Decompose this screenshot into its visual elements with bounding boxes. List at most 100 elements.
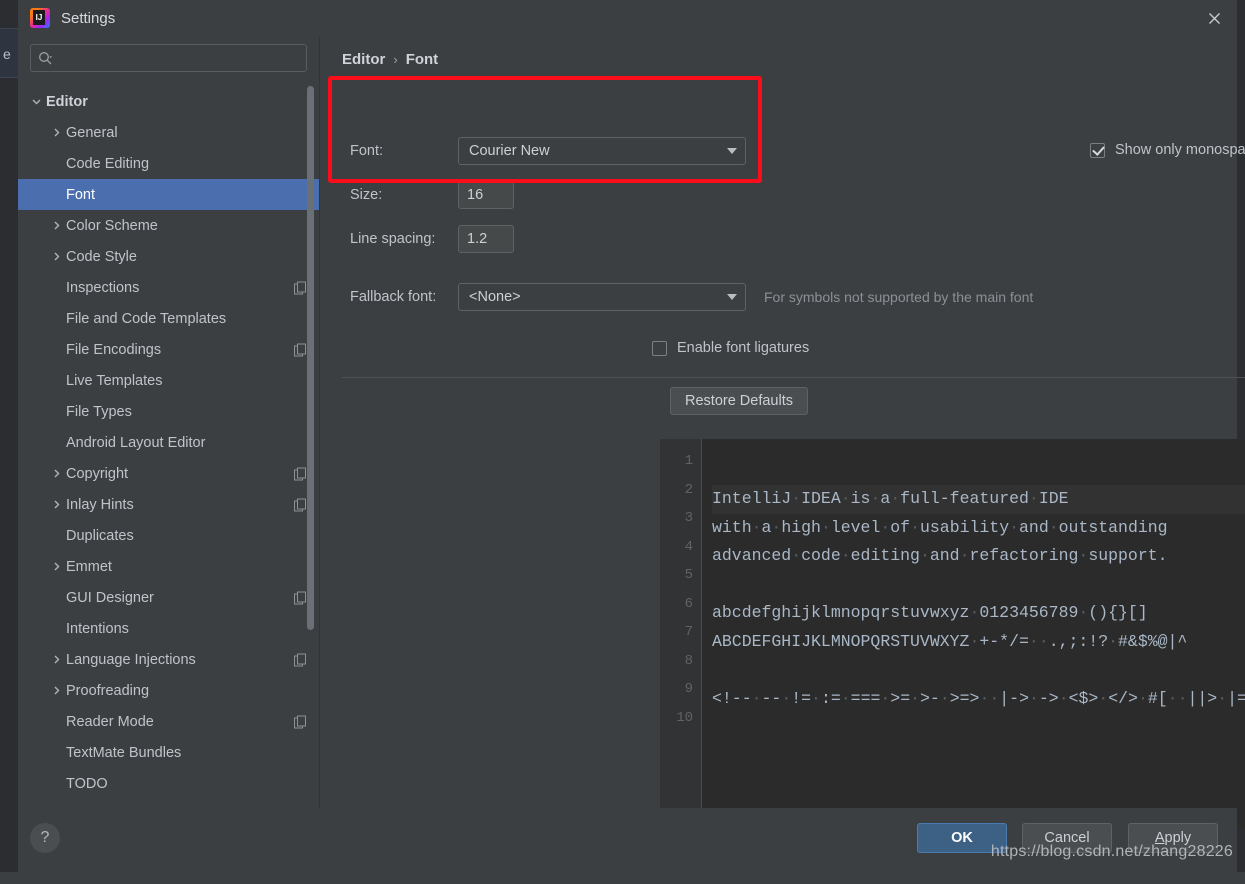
sidebar-item-label: Editor: [46, 93, 88, 110]
search-icon: [38, 51, 52, 65]
sidebar-item-emmet[interactable]: Emmet: [18, 551, 319, 582]
breadcrumb-root[interactable]: Editor: [342, 51, 385, 68]
search-input[interactable]: [52, 50, 299, 66]
sidebar-item-label: File and Code Templates: [66, 310, 227, 327]
code-line: IntelliJ·IDEA·is·a·full-featured·IDE: [712, 485, 1245, 514]
settings-tree-rows: Editor General Code Editing Font Color Schem…: [18, 86, 319, 799]
chevron-right-icon[interactable]: [46, 499, 66, 510]
size-input[interactable]: 16: [458, 181, 514, 209]
chevron-right-icon[interactable]: [46, 251, 66, 262]
font-family-dropdown[interactable]: Courier New: [458, 137, 746, 165]
sidebar-item-duplicates[interactable]: Duplicates: [18, 520, 319, 551]
chevron-right-icon[interactable]: [46, 468, 66, 479]
sidebar-item-label: Color Scheme: [66, 217, 158, 234]
font-preview-editor[interactable]: 1 2 3 4 5 6 7 8 9 10 IntelliJ·IDEA·is·a·full-feat…: [660, 439, 1245, 829]
breadcrumb-separator-icon: ›: [393, 52, 398, 67]
sidebar-item-code-editing[interactable]: Code Editing: [18, 148, 319, 179]
sidebar-item-label: Code Editing: [66, 155, 150, 172]
chevron-down-icon[interactable]: [26, 96, 46, 107]
sidebar-item-label: Intentions: [66, 620, 129, 637]
line-number: 2: [684, 481, 693, 498]
sidebar-item-label: Inlay Hints: [66, 496, 134, 513]
sidebar-item-textmate-bundles[interactable]: TextMate Bundles: [18, 737, 319, 768]
dialog-title: Settings: [61, 9, 116, 27]
restore-defaults-button[interactable]: Restore Defaults: [670, 387, 808, 415]
sidebar-item-copyright[interactable]: Copyright: [18, 458, 319, 489]
line-spacing-value: 1.2: [467, 231, 488, 247]
enable-ligatures-checkbox[interactable]: Enable font ligatures: [652, 340, 809, 356]
chevron-right-icon[interactable]: [46, 127, 66, 138]
sidebar-item-intentions[interactable]: Intentions: [18, 613, 319, 644]
sidebar-item-label: Reader Mode: [66, 713, 154, 730]
editor-preview-text[interactable]: IntelliJ·IDEA·is·a·full-featured·IDE with…: [702, 439, 1245, 829]
font-label: Font:: [350, 143, 384, 159]
line-spacing-input[interactable]: 1.2: [458, 225, 514, 253]
breadcrumb-leaf: Font: [405, 51, 439, 68]
sidebar-item-code-style[interactable]: Code Style: [18, 241, 319, 272]
sidebar-item-gui-designer[interactable]: GUI Designer: [18, 582, 319, 613]
help-button[interactable]: ?: [30, 823, 60, 853]
sidebar-item-label: Inspections: [66, 279, 140, 296]
sidebar-item-label: Android Layout Editor: [66, 434, 206, 451]
search-container: [18, 36, 319, 78]
sidebar-item-android-layout-editor[interactable]: Android Layout Editor: [18, 427, 319, 458]
sidebar-item-label: Proofreading: [66, 682, 150, 699]
sidebar-item-editor[interactable]: Editor: [18, 86, 319, 117]
sidebar-item-todo[interactable]: TODO: [18, 768, 319, 799]
font-family-value: Courier New: [469, 143, 550, 159]
sidebar-item-font[interactable]: Font: [18, 179, 319, 210]
chevron-right-icon[interactable]: [46, 220, 66, 231]
chevron-down-icon: [727, 294, 737, 300]
sidebar-item-label: Live Templates: [66, 372, 163, 389]
sidebar-scrollbar-thumb[interactable]: [307, 86, 314, 630]
code-line: with·a·high·level·of·usability·and·outst…: [712, 517, 1168, 537]
close-icon[interactable]: [1191, 0, 1237, 36]
dialog-body: Editor General Code Editing Font Color Schem…: [18, 36, 1245, 829]
breadcrumb: Editor › Font: [342, 36, 1217, 68]
watermark-text: https://blog.csdn.net/zhang28226: [990, 843, 1233, 860]
chevron-right-icon[interactable]: [46, 654, 66, 665]
line-number: 5: [684, 567, 693, 583]
line-spacing-label: Line spacing:: [350, 231, 436, 247]
line-number: 9: [684, 681, 693, 697]
sidebar-item-language-injections[interactable]: Language Injections: [18, 644, 319, 675]
sidebar-item-label: File Encodings: [66, 341, 162, 358]
line-number: 6: [684, 595, 693, 612]
line-spacing-row: Line spacing: 1.2: [350, 225, 514, 253]
line-number: 10: [676, 709, 693, 726]
project-scope-icon: [294, 715, 307, 728]
sidebar-item-reader-mode[interactable]: Reader Mode: [18, 706, 319, 737]
sidebar-item-live-templates[interactable]: Live Templates: [18, 365, 319, 396]
fallback-font-dropdown[interactable]: <None>: [458, 283, 746, 311]
search-box[interactable]: [30, 44, 307, 72]
sidebar-item-file-and-code-templates[interactable]: File and Code Templates: [18, 303, 319, 334]
chevron-right-icon[interactable]: [46, 561, 66, 572]
show-monospaced-checkbox[interactable]: Show only monospaced fonts: [1090, 142, 1245, 158]
sidebar-item-proofreading[interactable]: Proofreading: [18, 675, 319, 706]
code-line: abcdefghijklmnopqrstuvwxyz·0123456789·()…: [712, 603, 1148, 622]
chevron-down-icon: [727, 148, 737, 154]
sidebar-item-label: TODO: [66, 775, 108, 792]
line-number: 1: [684, 453, 693, 469]
line-number: 7: [684, 624, 693, 640]
sidebar-item-file-encodings[interactable]: File Encodings: [18, 334, 319, 365]
checkbox-unchecked-icon: [652, 340, 667, 356]
project-scope-icon: [294, 343, 307, 356]
sidebar-item-color-scheme[interactable]: Color Scheme: [18, 210, 319, 241]
show-monospaced-label: Show only monospaced fonts: [1115, 142, 1245, 158]
settings-sidebar: Editor General Code Editing Font Color Schem…: [18, 36, 320, 808]
chevron-right-icon[interactable]: [46, 685, 66, 696]
sidebar-item-general[interactable]: General: [18, 117, 319, 148]
checkbox-checked-icon: [1090, 142, 1105, 158]
sidebar-item-inspections[interactable]: Inspections: [18, 272, 319, 303]
settings-tree: Editor General Code Editing Font Color Schem…: [18, 78, 319, 808]
fallback-font-row: Fallback font: <None> For symbols not su…: [350, 283, 1033, 311]
size-row: Size: 16: [350, 181, 514, 209]
sidebar-item-inlay-hints[interactable]: Inlay Hints: [18, 489, 319, 520]
sidebar-item-label: Copyright: [66, 465, 129, 482]
sidebar-item-file-types[interactable]: File Types: [18, 396, 319, 427]
